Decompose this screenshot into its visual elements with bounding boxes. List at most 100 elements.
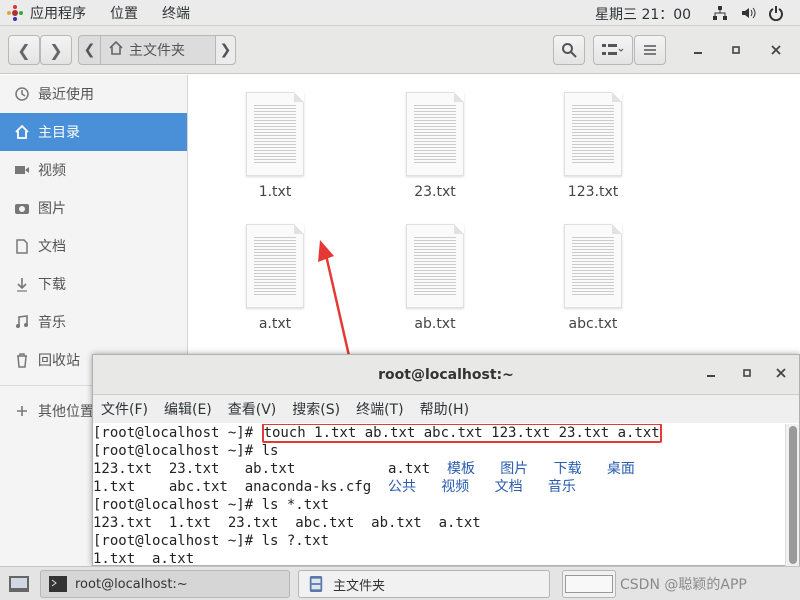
back-button[interactable]: ❮ <box>8 35 40 65</box>
terminal-scrollbar[interactable] <box>785 424 799 566</box>
text-file-icon <box>246 92 304 176</box>
power-icon[interactable] <box>768 5 784 22</box>
terminal-line: [root@localhost ~]# touch 1.txt ab.txt a… <box>93 424 785 443</box>
workspace-switcher[interactable] <box>562 570 616 598</box>
sidebar-item-recent[interactable]: 最近使用 <box>0 75 187 113</box>
terminal-icon <box>49 576 67 592</box>
workspace-thumbnail[interactable] <box>565 575 613 593</box>
menu-terminal[interactable]: 终端(T) <box>356 399 403 419</box>
terminal-titlebar[interactable]: root@localhost:~ <box>93 355 799 395</box>
volume-icon[interactable] <box>740 5 756 21</box>
text-file-icon <box>406 224 464 308</box>
sidebar-item-downloads[interactable]: 下载 <box>0 265 187 303</box>
task-label: 主文件夹 <box>333 578 386 594</box>
search-button[interactable] <box>553 35 585 65</box>
maximize-button[interactable] <box>741 367 753 383</box>
file-name: 1.txt <box>258 184 292 200</box>
places-menu[interactable]: 位置 <box>98 3 150 23</box>
menu-help[interactable]: 帮助(H) <box>420 399 469 419</box>
close-icon <box>771 45 781 55</box>
gnome-foot-icon[interactable] <box>6 4 24 22</box>
sidebar-item-label: 回收站 <box>38 353 80 369</box>
clock-icon <box>14 86 30 102</box>
chevron-left-icon: ❮ <box>17 40 31 60</box>
text-file-icon <box>564 224 622 308</box>
sidebar-item-videos[interactable]: 视频 <box>0 151 187 189</box>
file-item[interactable]: 123.txt <box>548 92 638 200</box>
terminal-line: 1.txt a.txt <box>93 551 195 566</box>
ls-files: 123.txt 23.txt ab.txt a.txt <box>93 461 448 477</box>
sidebar-item-documents[interactable]: 文档 <box>0 227 187 265</box>
menu-search[interactable]: 搜索(S) <box>292 399 340 419</box>
chevron-right-icon: ❯ <box>49 40 63 60</box>
terminal-menubar: 文件(F) 编辑(E) 查看(V) 搜索(S) 终端(T) 帮助(H) <box>93 395 799 423</box>
close-button[interactable] <box>775 367 787 383</box>
hamburger-icon <box>644 45 656 55</box>
terminal-output[interactable]: [root@localhost ~]# touch 1.txt ab.txt a… <box>93 424 785 566</box>
file-name: ab.txt <box>414 316 456 332</box>
home-icon <box>109 40 123 59</box>
menu-edit[interactable]: 编辑(E) <box>164 399 212 419</box>
ls-directories: 模板 图片 下载 桌面 <box>447 461 635 477</box>
prompt: [root@localhost ~]# <box>93 425 262 441</box>
menu-view[interactable]: 查看(V) <box>228 399 277 419</box>
document-icon <box>14 238 30 254</box>
terminal-menu[interactable]: 终端 <box>150 3 202 23</box>
path-right-arrow[interactable]: ❯ <box>215 36 235 64</box>
terminal-line: [root@localhost ~]# ls ?.txt <box>93 533 330 549</box>
task-terminal[interactable]: root@localhost:~ <box>40 570 290 598</box>
file-item[interactable]: ab.txt <box>390 224 480 332</box>
terminal-line: 123.txt 1.txt 23.txt abc.txt ab.txt a.tx… <box>93 515 481 531</box>
plus-icon <box>14 403 30 419</box>
file-manager-headerbar: ❮ ❯ ❮ 主文件夹 ❯ <box>0 26 800 74</box>
trash-icon <box>14 352 30 368</box>
terminal-line: 123.txt 23.txt ab.txt a.txt 模板 图片 下载 桌面 <box>93 460 785 478</box>
file-item[interactable]: abc.txt <box>548 224 638 332</box>
clock[interactable]: 星期三 21：00 <box>595 4 691 24</box>
task-file-manager[interactable]: 主文件夹 <box>298 570 550 598</box>
scrollbar-thumb[interactable] <box>789 426 797 564</box>
applications-menu[interactable]: 应用程序 <box>24 3 98 23</box>
file-name: abc.txt <box>568 316 618 332</box>
show-desktop-icon[interactable] <box>8 575 30 597</box>
sidebar-item-label: 音乐 <box>38 315 66 331</box>
sidebar-item-label: 图片 <box>38 201 66 217</box>
window-list-bar: root@localhost:~ 主文件夹 CSDN @聪颖的APP <box>0 566 800 600</box>
terminal-line: 1.txt abc.txt anaconda-ks.cfg 公共 视频 文档 音… <box>93 478 785 496</box>
file-item[interactable]: 1.txt <box>230 92 320 200</box>
terminal-line: [root@localhost ~]# ls <box>93 443 279 459</box>
text-file-icon <box>564 92 622 176</box>
maximize-icon <box>743 369 751 377</box>
forward-button[interactable]: ❯ <box>40 35 72 65</box>
download-icon <box>14 276 30 292</box>
sidebar-item-home[interactable]: 主目录 <box>0 113 187 151</box>
menu-file[interactable]: 文件(F) <box>101 399 148 419</box>
terminal-window[interactable]: root@localhost:~ 文件(F) 编辑(E) 查看(V) 搜索(S)… <box>92 354 800 566</box>
minimize-button[interactable] <box>705 367 717 383</box>
home-icon <box>14 124 30 140</box>
watermark: CSDN @聪颖的APP <box>620 577 747 593</box>
file-cabinet-icon <box>309 576 323 592</box>
sidebar-item-label: 下载 <box>38 277 66 293</box>
top-panel: 应用程序 位置 终端 星期三 21：00 <box>0 0 800 26</box>
path-bar[interactable]: ❮ 主文件夹 ❯ <box>78 35 236 65</box>
path-home-label[interactable]: 主文件夹 <box>129 40 185 60</box>
ls-files: 1.txt abc.txt anaconda-ks.cfg <box>93 479 389 495</box>
list-view-icon <box>602 44 624 55</box>
terminal-line: [root@localhost ~]# ls *.txt <box>93 497 330 513</box>
sidebar-item-pictures[interactable]: 图片 <box>0 189 187 227</box>
sidebar-item-music[interactable]: 音乐 <box>0 303 187 341</box>
file-item[interactable]: a.txt <box>230 224 320 332</box>
minimize-button[interactable] <box>686 38 710 62</box>
network-icon[interactable] <box>712 5 728 21</box>
minimize-icon <box>707 375 715 377</box>
task-label: root@localhost:~ <box>75 576 188 592</box>
maximize-button[interactable] <box>724 38 748 62</box>
path-left-arrow[interactable]: ❮ <box>79 36 101 64</box>
close-button[interactable] <box>764 38 788 62</box>
text-file-icon <box>406 92 464 176</box>
view-options-button[interactable] <box>593 35 633 65</box>
sidebar-item-label: 视频 <box>38 163 66 179</box>
file-item[interactable]: 23.txt <box>390 92 480 200</box>
menu-button[interactable] <box>634 35 666 65</box>
